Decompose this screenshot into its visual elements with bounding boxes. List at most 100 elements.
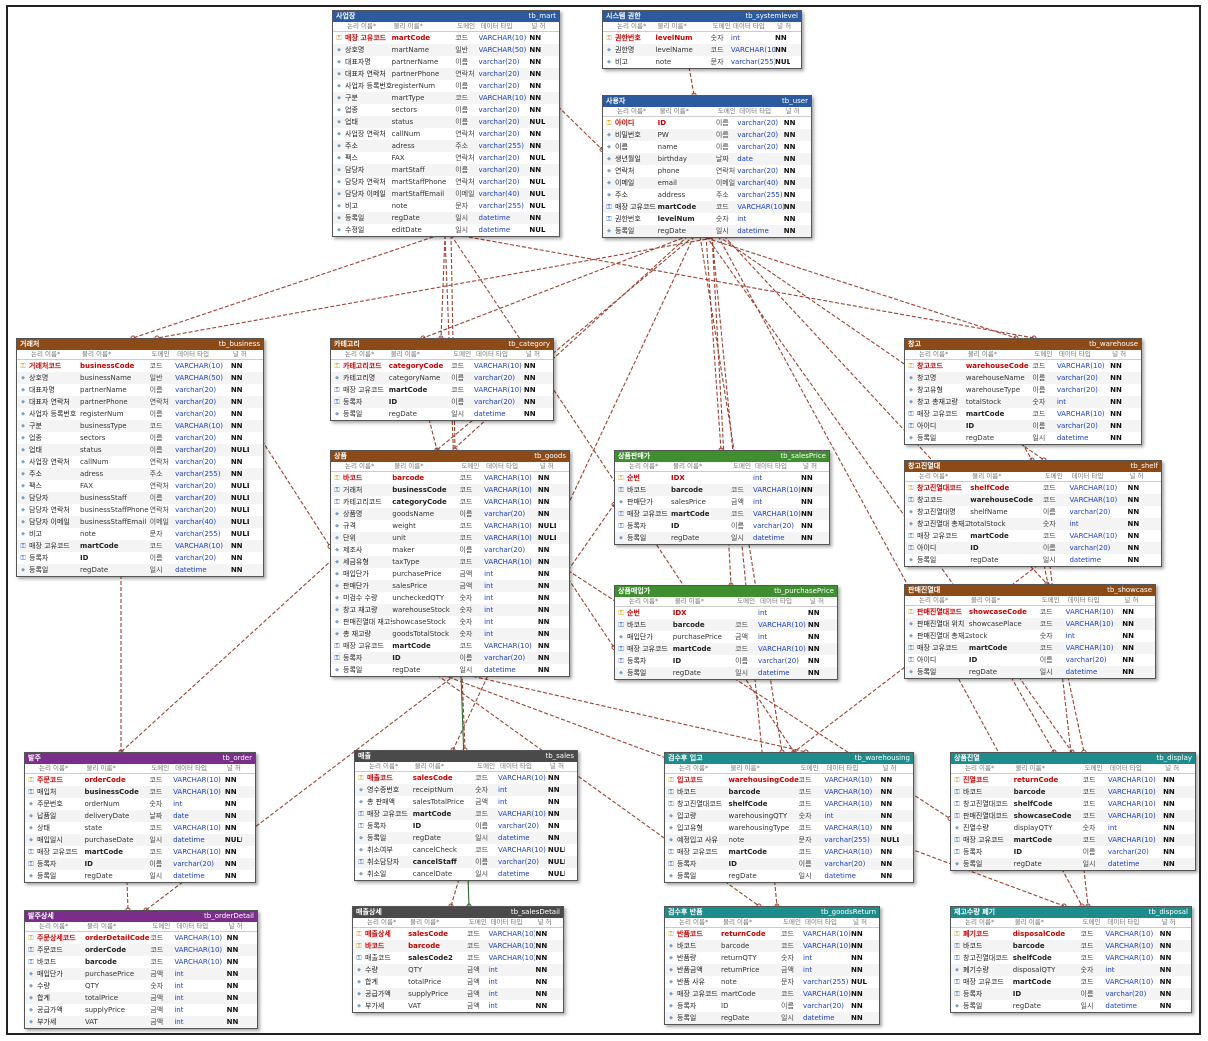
table-header[interactable]: 상품진열 tb_display [951, 753, 1195, 764]
column-row[interactable]: ⚿ 거래처코드 businessCode 코드 VARCHAR(10) NN [17, 360, 263, 372]
table-category[interactable]: 카테고리 tb_category 논리 이름* 물리 이름* 도메인 데이터 타입 널 허용… [330, 338, 554, 421]
column-row[interactable]: ◆ 판매진열대 총재고량stock 숫자 int NN [905, 630, 1155, 642]
column-row[interactable]: ⚿ 등록자 ID 이름 varchar(20) NN [951, 988, 1191, 1000]
column-row[interactable]: ◆ 입고량 warehousingQTY 숫자 int NN [665, 810, 913, 822]
column-row[interactable]: ◆ 수량 QTY 숫자 int NN [25, 980, 257, 992]
column-row[interactable]: ◆ 카테고리명 categoryName 이름 varchar(20) NN [331, 372, 553, 384]
column-row[interactable]: ⚿ 창고진열대코드 shelfCode 코드 VARCHAR(10) NN [665, 798, 913, 810]
column-row[interactable]: ◆ 권한명 levelName 코드 VARCHAR(10) NN [603, 44, 801, 56]
column-row[interactable]: ◆ 창고유형 warehouseType 이름 varchar(20) NN [905, 384, 1141, 396]
column-row[interactable]: ⚿ 창고코드 warehouseCode 코드 VARCHAR(10) NN [905, 360, 1141, 372]
column-row[interactable]: ◆ 미검수 수량 uncheckedQTY 숫자 int NN [331, 592, 569, 604]
column-row[interactable]: ◆ 폐기수량 disposalQTY 숫자 int NN [951, 964, 1191, 976]
column-row[interactable]: ◆ 창고진열대 총재고량totalStock 숫자 int NN [905, 518, 1161, 530]
column-row[interactable]: ◆ 예정입고 사유 note 문자 varchar(255) NULL [665, 834, 913, 846]
column-row[interactable]: ◆ 생년월일 birthday 날짜 date NN [603, 153, 811, 165]
column-row[interactable]: ◆ 제조사 maker 이름 varchar(20) NN [331, 544, 569, 556]
column-row[interactable]: ◆ 등록일 regDate 일시 datetime NN [333, 212, 559, 224]
column-row[interactable]: ⚿ 매출코드 salesCode2 코드 VARCHAR(10) NN [353, 952, 563, 964]
column-row[interactable]: ⚿ 바코드 barcode 코드 VARCHAR(10) NN [615, 619, 837, 631]
column-row[interactable]: ⚿ 진열코드 returnCode 코드 VARCHAR(10) NN [951, 774, 1195, 786]
column-row[interactable]: ⚿ 카테고리코드 categoryCode 코드 VARCHAR(10) NN [331, 496, 569, 508]
column-row[interactable]: ⚿ 아이디 ID 이름 varchar(20) NN [905, 420, 1141, 432]
column-row[interactable]: ◆ 단위 unit 코드 VARCHAR(10) NULL [331, 532, 569, 544]
column-row[interactable]: ◆ 취소여부 cancelCheck 코드 VARCHAR(10)NULL [355, 844, 577, 856]
column-row[interactable]: ◆ 담당자 martStaff 이름 varchar(20) NN [333, 164, 559, 176]
table-header[interactable]: 창고 tb_warehouse [905, 339, 1141, 350]
column-row[interactable]: ◆ 창고진열대명 shelfName 이름 varchar(20) NN [905, 506, 1161, 518]
column-row[interactable]: ◆ 등록일 regDate 일시 datetime NN [331, 408, 553, 420]
column-row[interactable]: ◆ 주소 address 주소 varchar(255) NN [603, 189, 811, 201]
column-row[interactable]: ⚿ 매장 고유코드 martCode 코드 VARCHAR(10) NN [905, 408, 1141, 420]
column-row[interactable]: ◆ 수량 QTY 금액 int NN [353, 964, 563, 976]
column-row[interactable]: ◆ 매입단가 purchasePrice 금액 int NN [25, 968, 257, 980]
column-row[interactable]: ⚿ 아이디 ID 이름 varchar(20) NN [905, 654, 1155, 666]
column-row[interactable]: ⚿ 반품코드 returnCode 코드 VARCHAR(10) NN [665, 928, 879, 940]
column-row[interactable]: ◆ 창고 총재고량 totalStock 숫자 int NN [905, 396, 1141, 408]
column-row[interactable]: ⚿ 창고진열대코드 shelfCode 코드 VARCHAR(10) NN [951, 798, 1195, 810]
column-row[interactable]: ⚿ 매장 고유코드 martCode 코드 VARCHAR(10) NN [355, 808, 577, 820]
column-row[interactable]: ⚿ 창고코드 warehouseCode 코드 VARCHAR(10) NN [905, 494, 1161, 506]
column-row[interactable]: ◆ 상호명 businessName 일반 VARCHAR(50) NN [17, 372, 263, 384]
column-row[interactable]: ◆ 합계 totalPrice 금액 int NN [353, 976, 563, 988]
column-row[interactable]: ◆ 사업장 연락처 callNum 연락처 varchar(20) NN [17, 456, 263, 468]
table-header[interactable]: 사업장 tb_mart [333, 11, 559, 22]
column-row[interactable]: ⚿ 매출상세 salesCode 코드 VARCHAR(10) NN [353, 928, 563, 940]
column-row[interactable]: ⚿ 매장 고유코드 martCode 코드 VARCHAR(10) NN [331, 384, 553, 396]
column-row[interactable]: ◆ 등록일 regDate 일시 datetime NN [665, 870, 913, 882]
column-row[interactable]: ⚿ 매장 고유코드 martCode 코드 VARCHAR(10) NN [603, 201, 811, 213]
column-row[interactable]: ⚿ 바코드 barcode 코드 VARCHAR(10) NN [25, 956, 257, 968]
column-row[interactable]: ◆ 주소 adress 주소 varchar(255) NN [17, 468, 263, 480]
column-row[interactable]: ⚿ 폐기코드 disposalCode 코드 VARCHAR(10) NN [951, 928, 1191, 940]
column-row[interactable]: ⚿ 입고코드 warehousingCode 코드 VARCHAR(10) NN [665, 774, 913, 786]
column-row[interactable]: ⚿ 매장 고유코드 martCode 코드 VARCHAR(10) NN [25, 846, 255, 858]
table-header[interactable]: 검수후 입고 tb_warehousing [665, 753, 913, 764]
table-shelf[interactable]: 창고진열대tb_shelf논리 이름*물리 이름*도메인데이터 타입널 허용⚿창… [904, 460, 1162, 567]
table-salesdetail[interactable]: 매출상세 tb_salesDetail 논리 이름* 물리 이름* 도메인 데이터 타입 널… [352, 906, 564, 1013]
column-row[interactable]: ◆ 연락처 phone 연락처 varchar(20) NN [603, 165, 811, 177]
column-row[interactable]: ⚿ 바코드 barcode 코드 VARCHAR(10) NN [331, 472, 569, 484]
table-goods[interactable]: 상품tb_goods논리 이름*물리 이름*도메인데이터 타입널 허용⚿바코드b… [330, 450, 570, 677]
column-row[interactable]: ⚿ 바코드 barcode 코드 VARCHAR(10) NN [665, 786, 913, 798]
column-row[interactable]: ◆ 구분 martType 코드 VARCHAR(10) NN [333, 92, 559, 104]
column-row[interactable]: ⚿ 매장 고유코드 martCode 코드 VARCHAR(10) NN [615, 508, 829, 520]
column-row[interactable]: ◆ 공급가액 supplyPrice 금액 int NN [353, 988, 563, 1000]
table-header[interactable]: 매출상세 tb_salesDetail [353, 907, 563, 918]
column-row[interactable]: ◆ 상태 state 코드 VARCHAR(10) NN [25, 822, 255, 834]
column-row[interactable]: ◆ 공급가액 supplyPrice 금액 int NN [25, 1004, 257, 1016]
table-header[interactable]: 거래처 tb_business [17, 339, 263, 350]
column-row[interactable]: ◆ 세금유형 taxType 코드 VARCHAR(10) NN [331, 556, 569, 568]
column-row[interactable]: ◆ 담당자 연락처 martStaffPhone 연락처varchar(20) NULL [333, 176, 559, 188]
column-row[interactable]: ◆ 이름 name 이름 varchar(20) NN [603, 141, 811, 153]
column-row[interactable]: ◆ 주소 adress 주소 varchar(255) NN [333, 140, 559, 152]
table-header[interactable]: 매출 tb_sales [355, 751, 577, 762]
table-header[interactable]: 상품매입가 tb_purchasePrice [615, 586, 837, 597]
column-row[interactable]: ◆ 규격 weight 코드 VARCHAR(10) NULL [331, 520, 569, 532]
column-row[interactable]: ⚿ 거래처 businessCode 코드 VARCHAR(10) NN [331, 484, 569, 496]
column-row[interactable]: ⚿ 바코드 barcode 코드 VARCHAR(10) NN [353, 940, 563, 952]
column-row[interactable]: ◆ 업태 status 이름 varchar(20) NULL [333, 116, 559, 128]
column-row[interactable]: ⚿ 매장 고유코드 martCode 코드 VARCHAR(10) NN [905, 530, 1161, 542]
column-row[interactable]: ◆ 등록일 regDate 일시 datetime NN [951, 858, 1195, 870]
column-row[interactable]: ◆ 총 판매액 salesTotalPrice 금액 int NN [355, 796, 577, 808]
column-row[interactable]: ◆ 등록일 regDate 일시 datetime NN [355, 832, 577, 844]
table-order[interactable]: 발주tb_order논리 이름*물리 이름*도메인데이터 타입널 허용⚿주문코드… [24, 752, 256, 883]
table-header[interactable]: 창고진열대 tb_shelf [905, 461, 1161, 472]
column-row[interactable]: ◆ 취소일 cancelDate 일시 datetime NULL [355, 868, 577, 880]
table-header[interactable]: 상품판매가 tb_salesPrice [615, 451, 829, 462]
table-showcase[interactable]: 판매진열대 tb_showcase 논리 이름* 물리 이름* 도메인 데이터 타입 널 허… [904, 584, 1156, 679]
table-header[interactable]: 상품 tb_goods [331, 451, 569, 462]
column-row[interactable]: ⚿취소담당자 cancelStaff 이름 varchar(20) NULL [355, 856, 577, 868]
column-row[interactable]: ⚿ 등록자 ID 이름 varchar(20) NN [615, 520, 829, 532]
table-warehousing[interactable]: 검수후 입고 tb_warehousing 논리 이름* 물리 이름* 도메인 데이터 타… [664, 752, 914, 883]
column-row[interactable]: ⚿ 등록자 ID 이름 varchar(20) NN [615, 655, 837, 667]
column-row[interactable]: ◆ 반품량 returnQTY 숫자 int NN [665, 952, 879, 964]
column-row[interactable]: ◆ 등록일 regDate 일시 datetime NN [905, 554, 1161, 566]
column-row[interactable]: ◆ 등록일 regDate 일시 datetime NN [603, 225, 811, 237]
column-row[interactable]: ◆ 팩스 FAX 연락처varchar(20) NULL [333, 152, 559, 164]
column-row[interactable]: ⚿ 매장 고유코드 martCode 코드 VARCHAR(10) NN [615, 643, 837, 655]
table-header[interactable]: 재고수량 폐기 tb_disposal [951, 907, 1191, 918]
column-row[interactable]: ◆ 영수증번호 receiptNum 숫자 int NN [355, 784, 577, 796]
column-row[interactable]: ⚿ 바코드 barcode 코드 VARCHAR(10) NN [615, 484, 829, 496]
column-row[interactable]: ◆ 비고 note 문자 varchar(255) NULL [17, 528, 263, 540]
